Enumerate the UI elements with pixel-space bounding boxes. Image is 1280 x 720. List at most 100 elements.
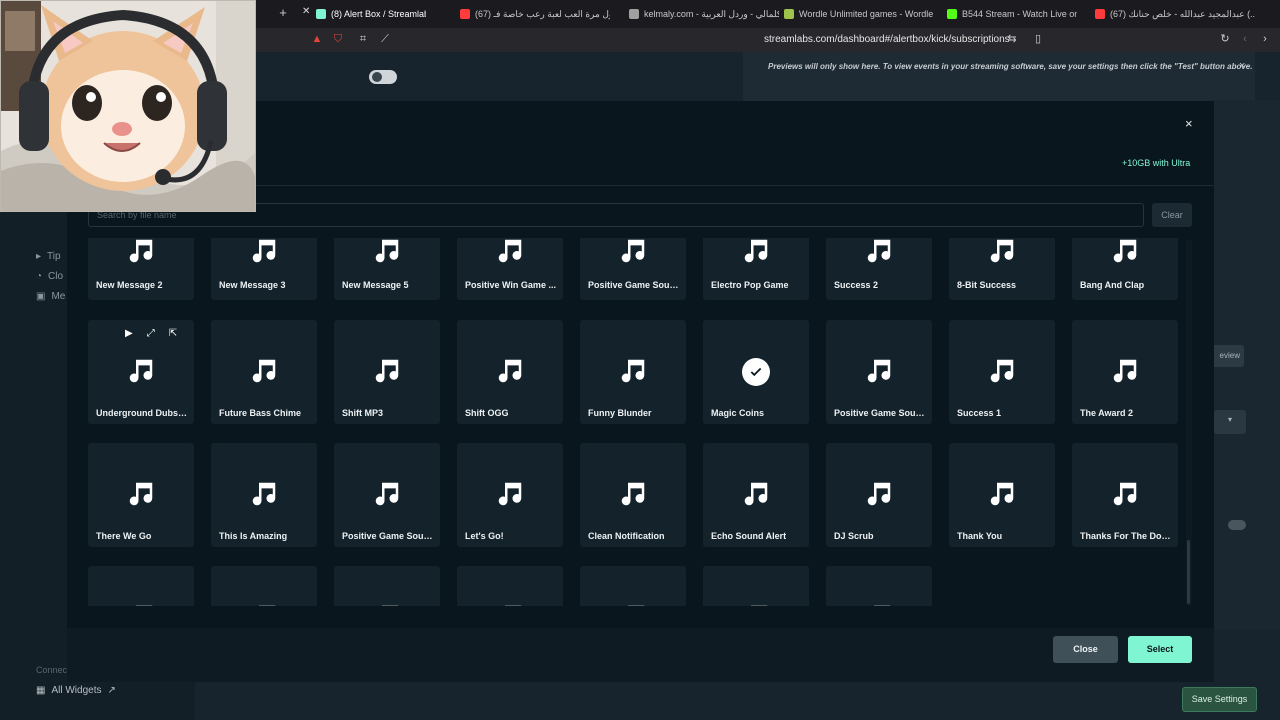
sound-tile[interactable]: New Message 3 [211, 238, 317, 300]
warning-icon[interactable]: ▲ [310, 32, 324, 46]
browser-tab[interactable]: (8) Alert Box / Streamlabs [316, 4, 426, 24]
sound-tile[interactable]: ▶ ⤢ ⇱ Underground Dubst... [88, 320, 194, 424]
sound-tile[interactable]: Success 2 [826, 238, 932, 300]
modal-footer [67, 628, 1214, 682]
sound-tile[interactable]: New Message 2 [88, 238, 194, 300]
sound-tile[interactable]: Let's Go! [457, 443, 563, 547]
sound-tile[interactable]: Success 1 [949, 320, 1055, 424]
music-note-icon [249, 602, 279, 606]
sound-tile[interactable] [580, 566, 686, 606]
music-note-icon [1110, 479, 1140, 514]
bookmark-icon[interactable]: ▯ [1031, 32, 1045, 46]
preview-button[interactable]: eview [1210, 345, 1244, 367]
expand-icon[interactable]: ⤢ [147, 328, 155, 339]
sidebar-item-tip[interactable]: ▸ Tip [36, 251, 61, 262]
music-note-icon [987, 238, 1017, 271]
sound-name: Shift OGG [465, 408, 509, 418]
sound-tile[interactable]: New Message 5 [334, 238, 440, 300]
sidebar-item-clo[interactable]: ◔ Clo [36, 271, 63, 282]
select-button[interactable]: Select [1128, 636, 1192, 663]
music-note-icon [126, 602, 156, 606]
sidebar-item-me[interactable]: ▣ Me [36, 291, 65, 302]
sound-name: Future Bass Chime [219, 408, 302, 418]
sound-tile[interactable]: Magic Coins [703, 320, 809, 424]
sound-tile[interactable]: There We Go [88, 443, 194, 547]
sound-tile[interactable]: Bang And Clap [1072, 238, 1178, 300]
sound-name: Let's Go! [465, 531, 504, 541]
browser-tab[interactable]: kelmaly.com - كلمالي - وردل العربية [629, 4, 779, 24]
sound-name: Positive Win Game ... [465, 280, 556, 290]
browser-tab[interactable]: (67) لأول مرة العب لعبة رعب خاصة فـ... [460, 4, 610, 24]
sound-tile[interactable] [88, 566, 194, 606]
sound-name: New Message 3 [219, 280, 286, 290]
crop-icon[interactable]: ⌗ [356, 32, 370, 46]
save-settings-button[interactable]: Save Settings [1182, 687, 1257, 712]
sound-name: New Message 2 [96, 280, 163, 290]
close-tab-icon[interactable]: ✕ [302, 6, 310, 17]
close-button[interactable]: Close [1053, 636, 1118, 663]
sound-tile[interactable]: Positive Game Soun... [580, 238, 686, 300]
sound-tile[interactable] [457, 566, 563, 606]
music-note-icon [864, 479, 894, 514]
sound-name: 8-Bit Success [957, 280, 1017, 290]
music-note-icon [372, 356, 402, 391]
cat-with-headset-image [1, 1, 255, 211]
sound-name: This Is Amazing [219, 531, 288, 541]
sound-tile[interactable] [703, 566, 809, 606]
new-tab-button[interactable]: + [276, 5, 290, 21]
address-bar[interactable]: streamlabs.com/dashboard#/alertbox/kick/… [764, 34, 1010, 45]
sound-tile[interactable]: This Is Amazing [211, 443, 317, 547]
brave-shield-icon[interactable]: ⛉ [331, 32, 345, 46]
site-settings-icon[interactable]: ⇆ [1005, 32, 1019, 46]
sound-tile[interactable]: Echo Sound Alert [703, 443, 809, 547]
scrollbar-thumb[interactable] [1187, 540, 1190, 604]
sound-tile[interactable]: Clean Notification [580, 443, 686, 547]
music-note-icon [126, 238, 156, 271]
browser-tab[interactable]: B544 Stream - Watch Live on Kick [947, 4, 1077, 24]
enable-toggle[interactable] [369, 70, 397, 84]
sound-tile[interactable]: Positive Game Soun... [826, 320, 932, 424]
sound-tile[interactable] [211, 566, 317, 606]
sound-tile[interactable]: Future Bass Chime [211, 320, 317, 424]
sound-name: Positive Game Soun... [834, 408, 926, 418]
sound-tile[interactable]: Positive Win Game ... [457, 238, 563, 300]
sound-tile[interactable] [334, 566, 440, 606]
sound-tile[interactable]: Shift MP3 [334, 320, 440, 424]
sound-tile[interactable]: The Award 2 [1072, 320, 1178, 424]
translate-icon[interactable]: ⟋ [378, 32, 392, 46]
music-note-icon [864, 356, 894, 391]
sound-tile[interactable]: DJ Scrub [826, 443, 932, 547]
sound-tile[interactable]: Thank You [949, 443, 1055, 547]
reload-icon[interactable]: ↻ [1218, 32, 1232, 46]
music-note-icon [126, 479, 156, 514]
browser-tab[interactable]: (67) عبدالمجيد عبدالله - خلص حنانك (... [1095, 4, 1255, 24]
sound-tile[interactable] [826, 566, 932, 606]
sound-tile[interactable]: Positive Game Soun... [334, 443, 440, 547]
sound-tile[interactable]: 8-Bit Success [949, 238, 1055, 300]
clear-button[interactable]: Clear [1152, 203, 1192, 227]
tab-label: (67) لأول مرة العب لعبة رعب خاصة فـ... [475, 8, 610, 19]
dropdown-select[interactable] [1214, 410, 1246, 434]
back-icon[interactable]: ‹ [1238, 32, 1252, 46]
sound-tile[interactable]: Electro Pop Game [703, 238, 809, 300]
widgets-icon: ▦ [36, 685, 46, 696]
sound-name: Clean Notification [588, 531, 665, 541]
music-note-icon [495, 238, 525, 271]
sound-tile[interactable]: Thanks For The Dono [1072, 443, 1178, 547]
ultra-upgrade-link[interactable]: +10GB with Ultra [1122, 158, 1190, 168]
sound-name: Success 1 [957, 408, 1002, 418]
preview-close-icon[interactable]: × [1239, 60, 1245, 72]
sound-name: Positive Game Soun... [588, 280, 680, 290]
play-icon[interactable]: ▶ [125, 328, 133, 339]
tip-icon: ▸ [36, 251, 42, 262]
sound-name: Electro Pop Game [711, 280, 789, 290]
open-external-icon[interactable]: ⇱ [169, 328, 177, 339]
sound-tile[interactable]: Shift OGG [457, 320, 563, 424]
forward-icon[interactable]: › [1258, 32, 1272, 46]
music-note-icon [1110, 238, 1140, 271]
modal-close-icon[interactable]: × [1185, 116, 1193, 131]
setting-toggle[interactable] [1228, 520, 1246, 530]
sound-tile[interactable]: Funny Blunder [580, 320, 686, 424]
all-widgets-link[interactable]: ▦ All Widgets ↗ [36, 685, 116, 696]
browser-tab[interactable]: Wordle Unlimited games - Wordle To... [784, 4, 934, 24]
